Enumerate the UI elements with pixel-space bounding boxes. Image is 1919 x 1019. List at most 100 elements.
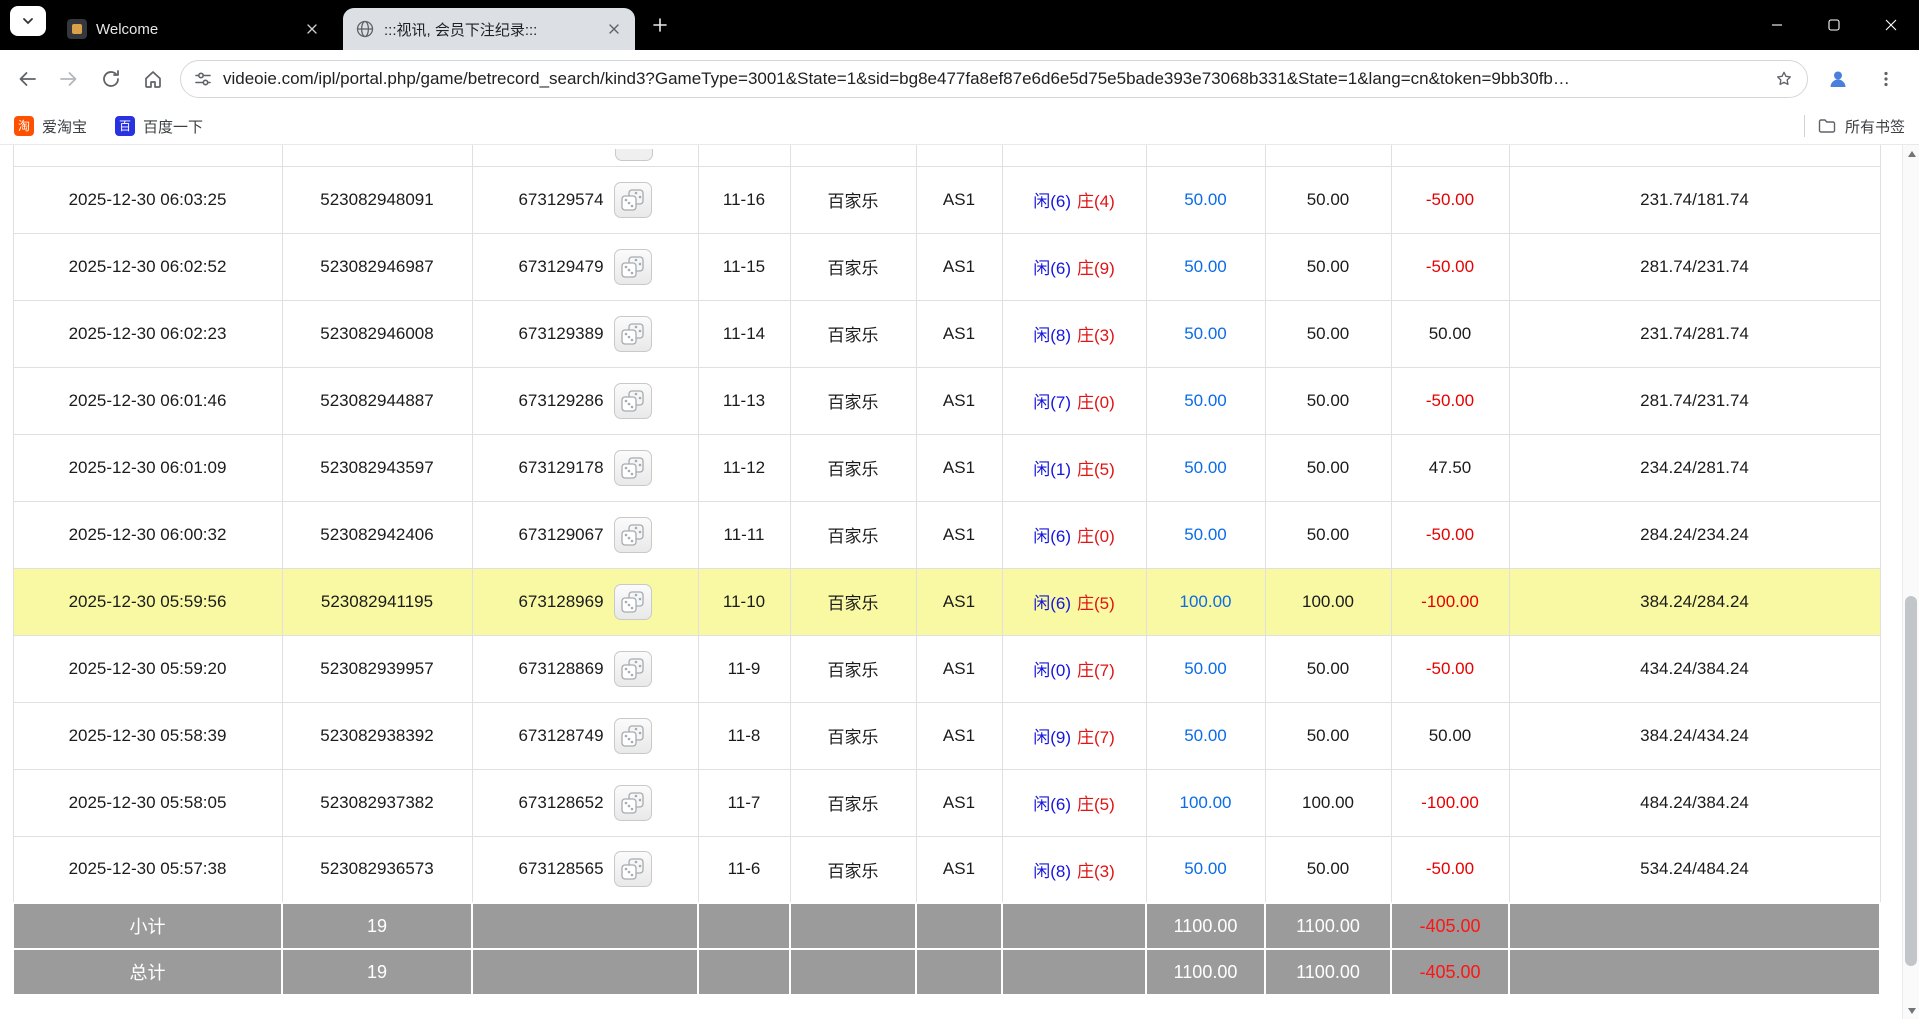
cell-order-no: 523082946987: [282, 233, 472, 300]
dice-icon[interactable]: [614, 182, 652, 218]
dice-icon[interactable]: [614, 450, 652, 486]
table-row: 2025-12-30 05:57:38 523082936573 6731285…: [13, 836, 1880, 903]
tab-title: :::视讯, 会员下注纪录:::: [384, 19, 594, 40]
cell-game-type: 百家乐: [790, 434, 916, 501]
cell-round: 11-16: [698, 166, 790, 233]
cell-winloss: -50.00: [1391, 501, 1509, 568]
dice-icon[interactable]: [614, 383, 652, 419]
menu-button[interactable]: [1865, 58, 1907, 100]
cell-round: 11-14: [698, 300, 790, 367]
game-id-text: 673128565: [518, 859, 603, 879]
url-text: videoie.com/ipl/portal.php/game/betrecor…: [223, 69, 1763, 89]
cell-winloss: -50.00: [1391, 367, 1509, 434]
bookmark-aitaobao[interactable]: 淘 爱淘宝: [14, 116, 87, 137]
bookmarks-right: 所有书签: [1804, 115, 1905, 137]
cell-bet-amount: 50.00: [1146, 836, 1265, 903]
cell-balance: 281.74/231.74: [1509, 367, 1880, 434]
scroll-down-arrow[interactable]: [1903, 1002, 1919, 1019]
plus-icon: [652, 17, 668, 33]
tab-welcome[interactable]: Welcome: [55, 8, 333, 50]
cell-winloss: -50.00: [1391, 635, 1509, 702]
dice-icon-partial: [615, 149, 653, 161]
cell-result: 闲(6)庄(5): [1002, 769, 1146, 836]
scrollbar-thumb[interactable]: [1905, 596, 1917, 966]
dice-icon[interactable]: [614, 718, 652, 754]
all-bookmarks-label: 所有书签: [1845, 116, 1905, 137]
banker-result: 庄(5): [1077, 460, 1115, 479]
forward-button[interactable]: [48, 58, 90, 100]
cell-result: 闲(6)庄(5): [1002, 568, 1146, 635]
game-id-text: 673129574: [518, 190, 603, 210]
back-button[interactable]: [6, 58, 48, 100]
home-button[interactable]: [132, 58, 174, 100]
cell-game-id: 673129286: [472, 367, 698, 434]
cell-valid-amount: 100.00: [1265, 568, 1391, 635]
cell-result: 闲(1)庄(5): [1002, 434, 1146, 501]
new-tab-button[interactable]: [643, 8, 677, 42]
banker-result: 庄(0): [1077, 527, 1115, 546]
records-body: 2025-12-30 06:03:25 523082948091 6731295…: [13, 145, 1880, 995]
player-result: 闲(6): [1033, 795, 1071, 814]
dice-icon[interactable]: [614, 316, 652, 352]
cell-valid-amount: 50.00: [1265, 501, 1391, 568]
cell-bet-time: 2025-12-30 05:59:56: [13, 568, 282, 635]
dice-icon[interactable]: [614, 651, 652, 687]
dice-icon[interactable]: [614, 249, 652, 285]
bookmark-baidu[interactable]: 百 百度一下: [115, 116, 203, 137]
tab-close-icon[interactable]: [603, 18, 625, 40]
cell-game-id: 673129574: [472, 166, 698, 233]
bookmark-star-icon[interactable]: [1774, 69, 1794, 89]
cell-order-no: 523082944887: [282, 367, 472, 434]
bookmark-label: 爱淘宝: [42, 116, 87, 137]
profile-button[interactable]: [1817, 58, 1859, 100]
dice-icon[interactable]: [614, 785, 652, 821]
cell-game-id: 673129479: [472, 233, 698, 300]
cell-table-name: AS1: [916, 769, 1002, 836]
tab-close-icon[interactable]: [301, 18, 323, 40]
cell-order-no: 523082948091: [282, 166, 472, 233]
chevron-down-icon: [21, 14, 35, 28]
table-row: 2025-12-30 06:03:25 523082948091 6731295…: [13, 166, 1880, 233]
page-scrollbar[interactable]: [1902, 145, 1919, 1019]
tab-search-button[interactable]: [10, 6, 46, 36]
cell-winloss: -50.00: [1391, 166, 1509, 233]
dice-icon[interactable]: [614, 851, 652, 887]
all-bookmarks-button[interactable]: 所有书签: [1817, 116, 1905, 137]
summary-valid-total: 1100.00: [1265, 949, 1391, 995]
cell-game-type: 百家乐: [790, 702, 916, 769]
table-row: 2025-12-30 05:58:05 523082937382 6731286…: [13, 769, 1880, 836]
tab-bet-records[interactable]: :::视讯, 会员下注纪录:::: [343, 8, 635, 50]
player-result: 闲(6): [1033, 192, 1071, 211]
address-bar[interactable]: videoie.com/ipl/portal.php/game/betrecor…: [180, 60, 1808, 98]
minimize-button[interactable]: [1748, 0, 1805, 50]
site-settings-icon[interactable]: [194, 70, 212, 88]
cell-winloss: 47.50: [1391, 434, 1509, 501]
cell-bet-time: 2025-12-30 06:00:32: [13, 501, 282, 568]
game-id-text: 673129389: [518, 324, 603, 344]
game-id-text: 673129178: [518, 458, 603, 478]
game-id-text: 673128749: [518, 726, 603, 746]
cell-bet-amount: 50.00: [1146, 233, 1265, 300]
divider: [1804, 115, 1805, 137]
reload-button[interactable]: [90, 58, 132, 100]
cell-bet-amount: 50.00: [1146, 702, 1265, 769]
cell-bet-time: 2025-12-30 05:57:38: [13, 836, 282, 903]
scroll-up-arrow[interactable]: [1903, 145, 1919, 162]
reload-icon: [100, 68, 122, 90]
cell-game-type: 百家乐: [790, 769, 916, 836]
dice-icon[interactable]: [614, 584, 652, 620]
close-window-button[interactable]: [1862, 0, 1919, 50]
player-result: 闲(8): [1033, 326, 1071, 345]
cell-game-id: 673128969: [472, 568, 698, 635]
table-row: 2025-12-30 06:00:32 523082942406 6731290…: [13, 501, 1880, 568]
window-controls: [1748, 0, 1919, 50]
cell-bet-time: 2025-12-30 05:59:20: [13, 635, 282, 702]
game-id-text: 673128969: [518, 592, 603, 612]
maximize-button[interactable]: [1805, 0, 1862, 50]
cell-balance: 384.24/434.24: [1509, 702, 1880, 769]
maximize-icon: [1828, 19, 1840, 31]
summary-row: 总计 19 1100.00 1100.00 -405.00: [13, 949, 1880, 995]
browser-toolbar: videoie.com/ipl/portal.php/game/betrecor…: [0, 50, 1919, 108]
dice-icon[interactable]: [614, 517, 652, 553]
cell-bet-time: 2025-12-30 06:01:09: [13, 434, 282, 501]
